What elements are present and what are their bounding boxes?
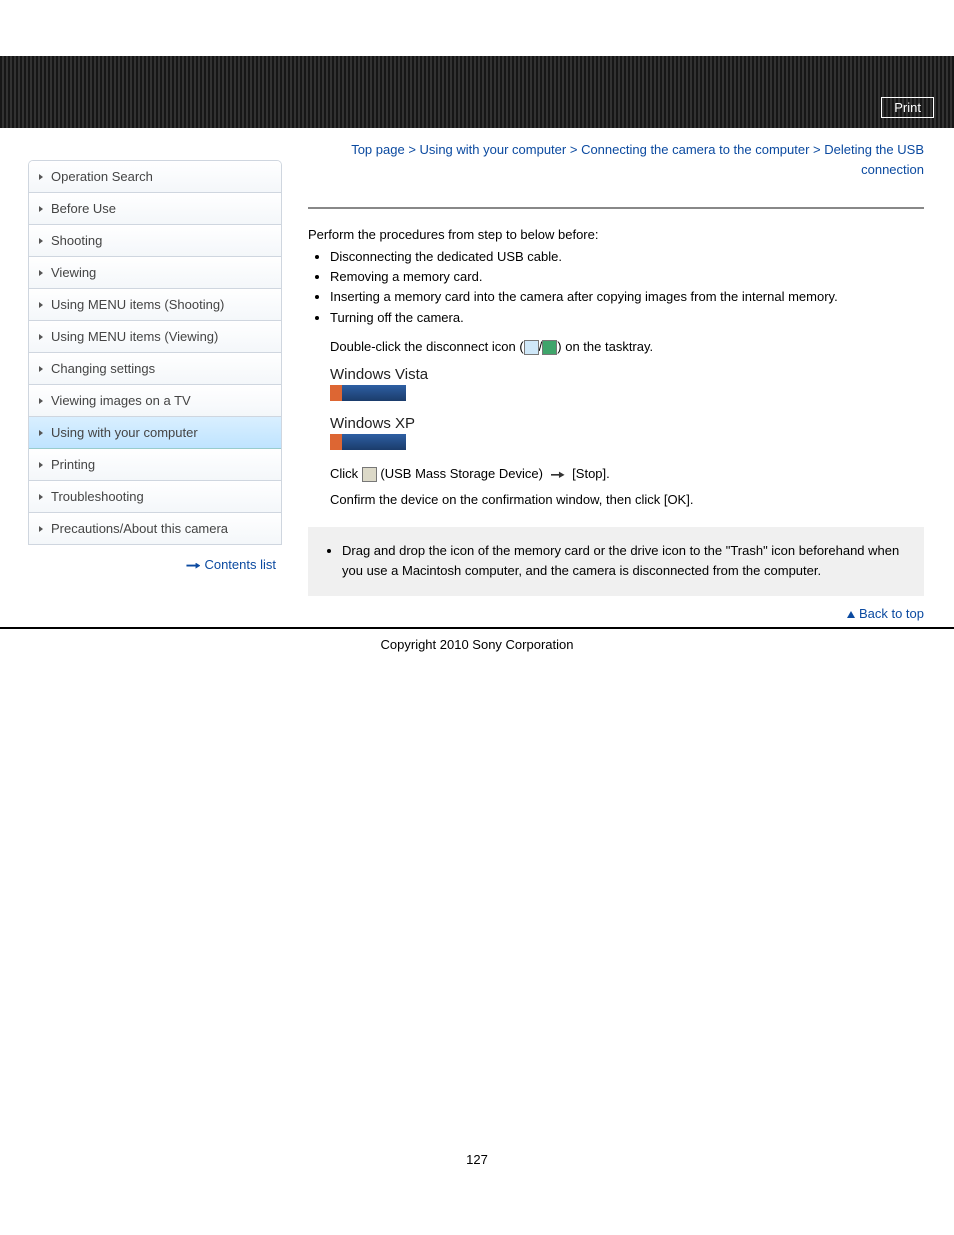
note-text: Drag and drop the icon of the memory car…	[342, 541, 908, 581]
tasktray-xp-icon	[330, 434, 406, 450]
sidebar-item[interactable]: Changing settings	[29, 353, 281, 385]
list-item: Turning off the camera.	[330, 309, 924, 327]
step-3: Confirm the device on the confirmation w…	[330, 490, 924, 510]
sidebar-item[interactable]: Viewing images on a TV	[29, 385, 281, 417]
sidebar-item[interactable]: Before Use	[29, 193, 281, 225]
main-content: Top page > Using with your computer > Co…	[308, 140, 924, 621]
print-button[interactable]: Print	[881, 97, 934, 118]
breadcrumb-sep: >	[408, 142, 416, 157]
breadcrumb-l1[interactable]: Using with your computer	[420, 142, 567, 157]
step-2: Click (USB Mass Storage Device) [Stop].	[330, 464, 924, 484]
breadcrumb-current: Deleting the USB connection	[824, 142, 924, 177]
breadcrumb-top[interactable]: Top page	[351, 142, 405, 157]
list-item: Disconnecting the dedicated USB cable.	[330, 248, 924, 266]
disconnect-icon	[524, 340, 539, 355]
list-item: Inserting a memory card into the camera …	[330, 288, 924, 306]
os-xp-row: Windows XP	[330, 415, 924, 450]
header-banner: Print	[0, 56, 954, 128]
sidebar-item[interactable]: Precautions/About this camera	[29, 513, 281, 545]
precondition-list: Disconnecting the dedicated USB cable. Re…	[308, 248, 924, 327]
divider	[308, 207, 924, 209]
os-vista-label: Windows Vista	[330, 366, 924, 383]
arrow-right-icon	[551, 471, 565, 479]
os-vista-row: Windows Vista	[330, 366, 924, 401]
sidebar-item[interactable]: Troubleshooting	[29, 481, 281, 513]
step-1: Double-click the disconnect icon (/) on …	[330, 337, 924, 357]
note-box: Drag and drop the icon of the memory car…	[308, 527, 924, 595]
triangle-up-icon	[847, 611, 855, 618]
tasktray-vista-icon	[330, 385, 406, 401]
usb-device-icon	[362, 467, 377, 482]
breadcrumb-l2[interactable]: Connecting the camera to the computer	[581, 142, 809, 157]
sidebar-nav: Operation SearchBefore UseShootingViewin…	[28, 160, 282, 621]
breadcrumb: Top page > Using with your computer > Co…	[308, 140, 924, 179]
breadcrumb-sep: >	[570, 142, 578, 157]
arrow-right-icon	[186, 563, 200, 569]
contents-list-link[interactable]: Contents list	[204, 557, 276, 572]
page-number: 127	[0, 672, 954, 1187]
back-to-top-link[interactable]: Back to top	[859, 606, 924, 621]
sidebar-item[interactable]: Viewing	[29, 257, 281, 289]
copyright-text: Copyright 2010 Sony Corporation	[0, 629, 954, 672]
breadcrumb-sep: >	[813, 142, 821, 157]
list-item: Removing a memory card.	[330, 268, 924, 286]
os-xp-label: Windows XP	[330, 415, 924, 432]
disconnect-icon	[542, 340, 557, 355]
sidebar-item[interactable]: Using MENU items (Shooting)	[29, 289, 281, 321]
sidebar-item[interactable]: Shooting	[29, 225, 281, 257]
intro-text: Perform the procedures from step to belo…	[308, 227, 924, 242]
sidebar-item[interactable]: Operation Search	[29, 161, 281, 193]
sidebar-item[interactable]: Printing	[29, 449, 281, 481]
sidebar-item[interactable]: Using with your computer	[29, 417, 281, 449]
sidebar-item[interactable]: Using MENU items (Viewing)	[29, 321, 281, 353]
